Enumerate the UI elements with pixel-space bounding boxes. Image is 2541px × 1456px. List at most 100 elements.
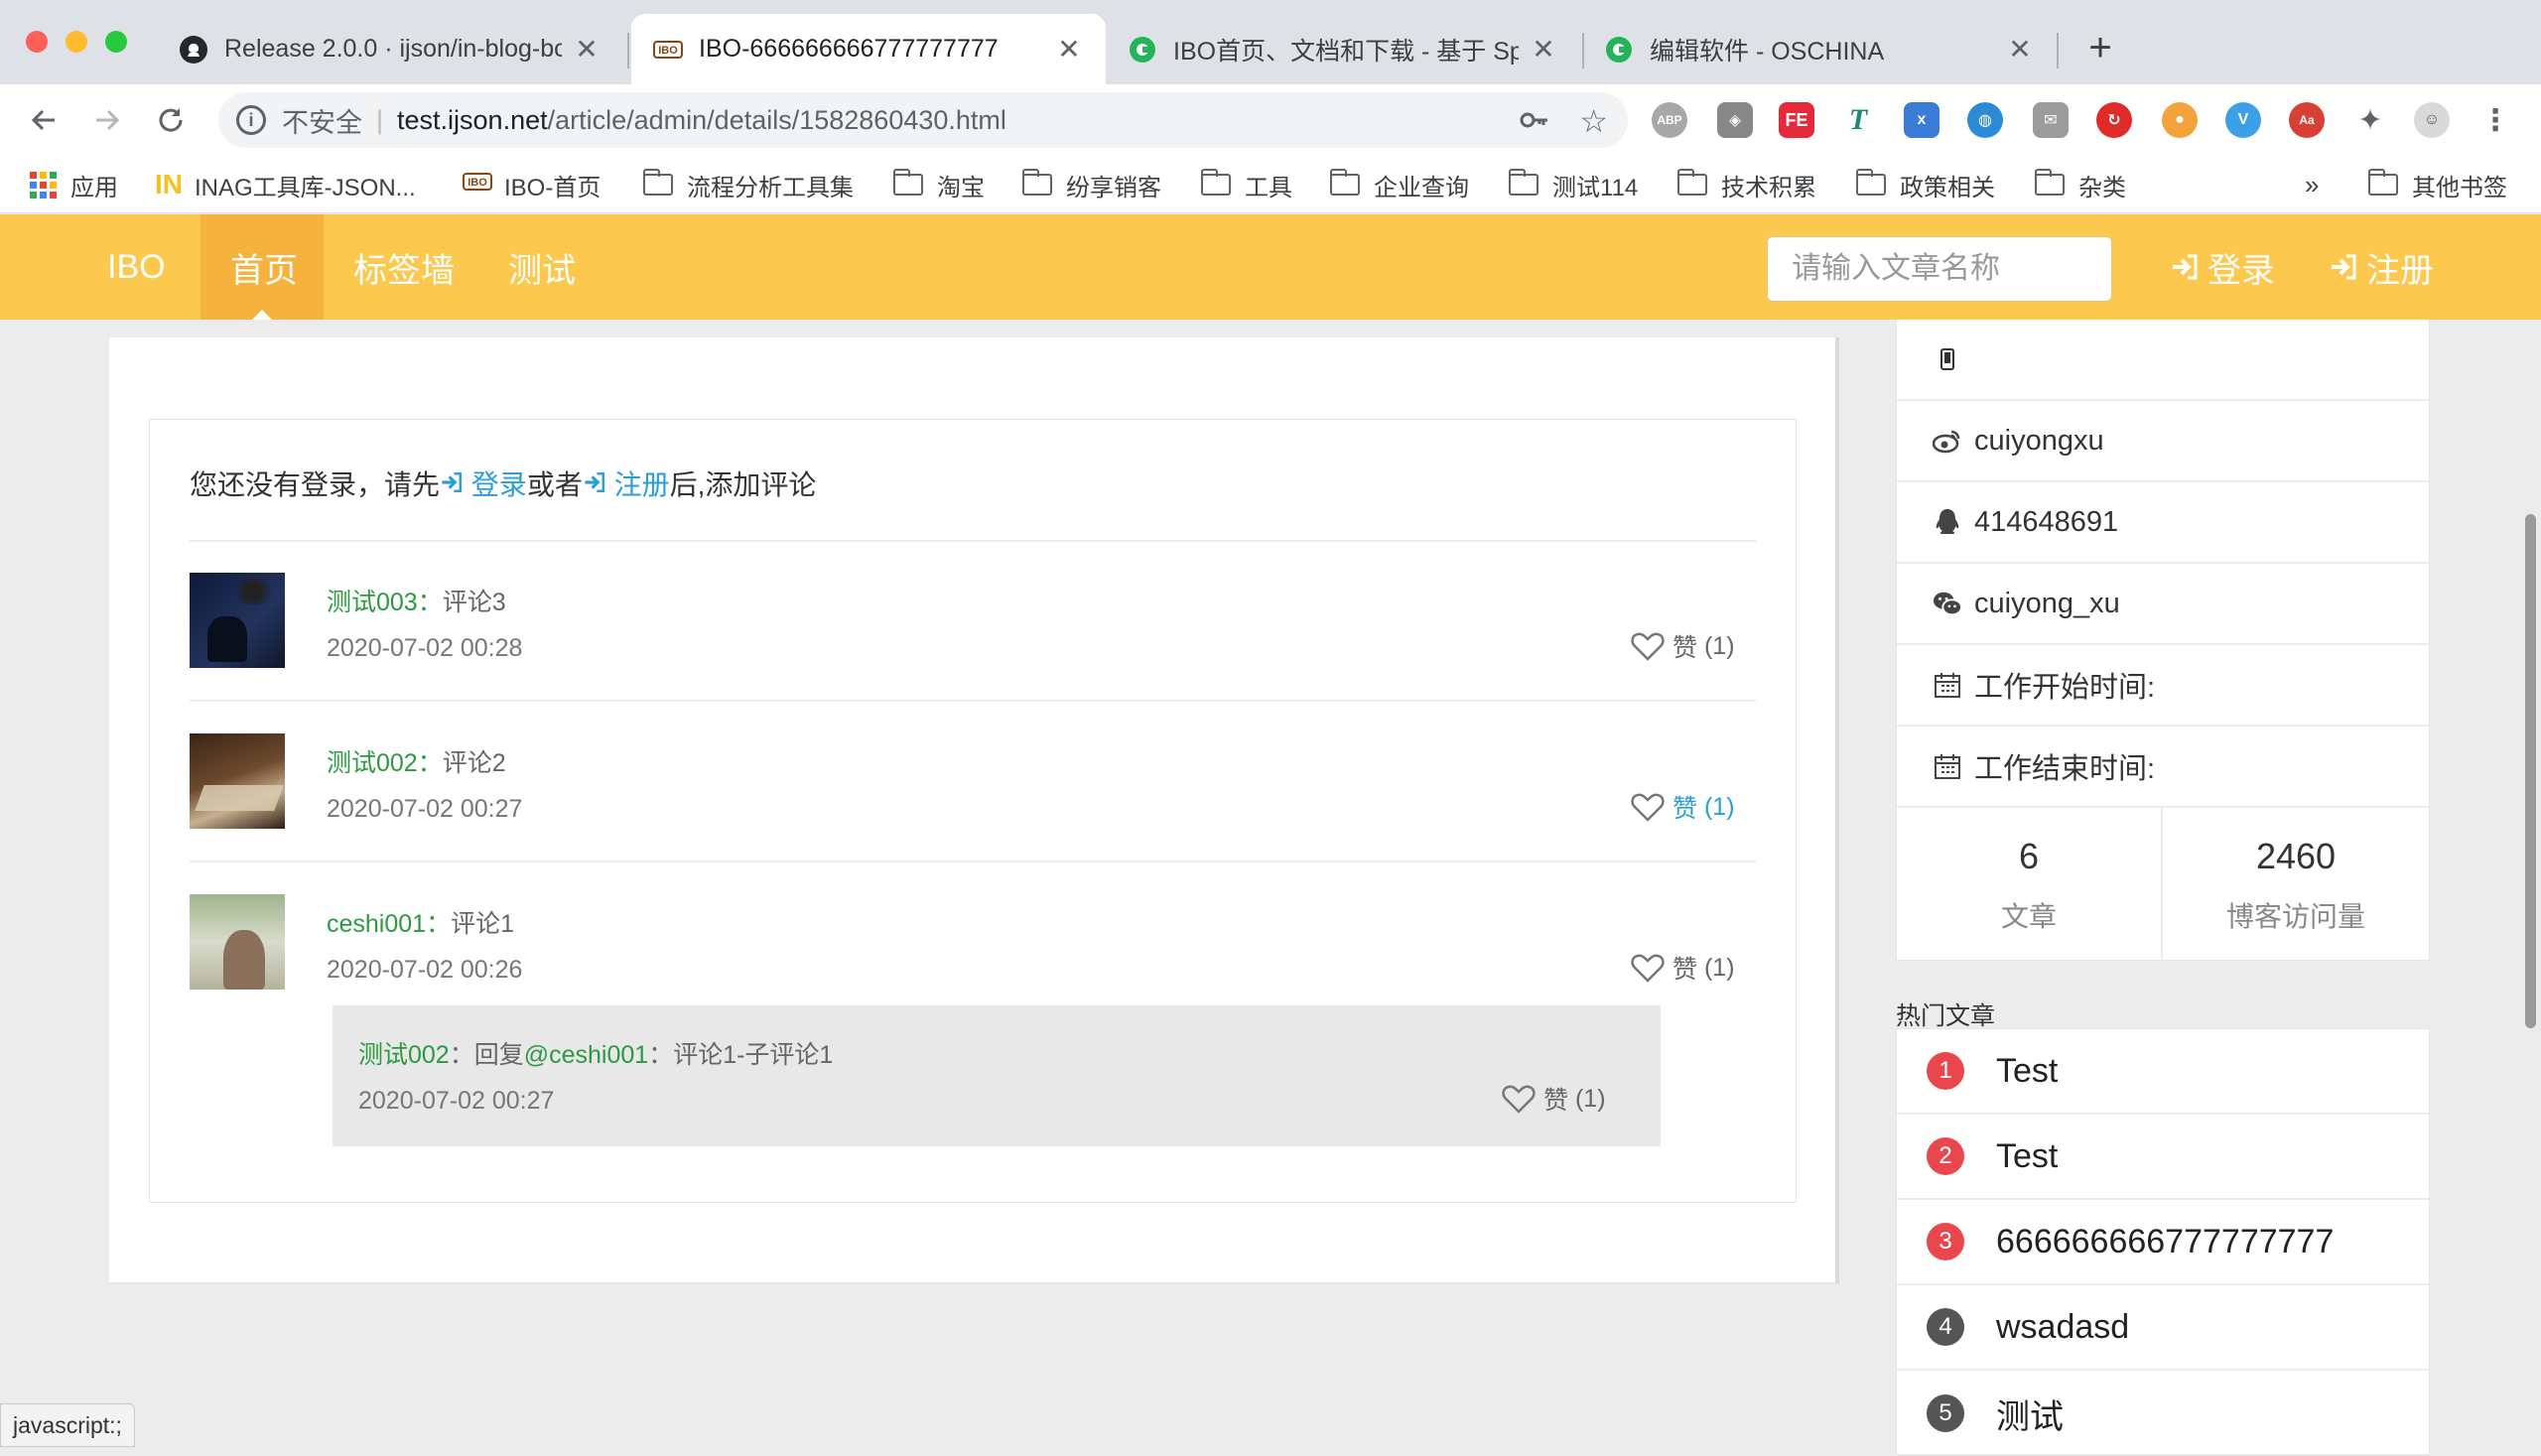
avatar[interactable] — [190, 733, 285, 829]
globe-icon[interactable]: ◍ — [1967, 102, 2003, 138]
hot-article-item[interactable]: 3 666666666777777777 — [1897, 1200, 2429, 1285]
address-bar[interactable]: i 不安全 | test.ijson.net/article/admin/det… — [218, 92, 1628, 148]
bookmark-inag[interactable]: IN INAG工具库-JSON... — [155, 166, 416, 203]
sign-in-icon — [442, 472, 463, 492]
fe-helper-icon[interactable]: FE — [1779, 102, 1814, 138]
site-brand[interactable]: IBO — [107, 214, 166, 320]
comment-login-link[interactable]: 登录 — [440, 469, 527, 500]
reload-button[interactable] — [145, 94, 197, 146]
browser-tab[interactable]: Release 2.0.0 · ijson/in-blog-bc ✕ — [157, 14, 623, 84]
avatar[interactable] — [190, 894, 285, 990]
extensions-puzzle-icon[interactable]: ✦ — [2352, 102, 2388, 138]
bookmark-folder[interactable]: 纷享销客 — [1022, 166, 1161, 203]
like-button[interactable]: 赞 (1) — [1631, 950, 1735, 986]
like-button[interactable]: 赞 (1) — [1502, 1081, 1606, 1117]
close-tab-icon[interactable]: ✕ — [572, 33, 602, 66]
nav-tag-wall[interactable]: 标签墙 — [353, 214, 455, 320]
folder-icon — [1022, 169, 1052, 196]
dictionary-icon[interactable]: Aa — [2289, 102, 2325, 138]
hot-article-title: Test — [1996, 1136, 2059, 1175]
mail-checker-icon[interactable]: ✉ — [2033, 102, 2069, 138]
register-link[interactable]: 注册 — [2329, 214, 2434, 320]
rank-badge: 1 — [1927, 1052, 1964, 1090]
browser-menu-icon[interactable]: ⋮ — [2477, 102, 2513, 138]
article-search-input[interactable] — [1767, 236, 2112, 302]
browser-tab[interactable]: IBO首页、文档和下载 - 基于 Sp ✕ — [1106, 14, 1580, 84]
hot-article-title: 测试 — [1996, 1397, 2064, 1436]
bookmark-ibo[interactable]: IBO IBO-首页 — [463, 166, 601, 203]
ibo-icon: IBO — [463, 171, 492, 199]
like-button[interactable]: 赞 (1) — [1631, 628, 1735, 664]
github-icon — [179, 35, 208, 65]
bookmark-folder[interactable]: 流程分析工具集 — [643, 166, 854, 203]
qq-number: 414648691 — [1974, 505, 2119, 538]
shield-icon[interactable]: ◈ — [1717, 102, 1753, 138]
back-button[interactable] — [18, 94, 69, 146]
avatar[interactable] — [190, 573, 285, 668]
articles-count: 6 — [2018, 836, 2040, 876]
reply-user[interactable]: 测试002 — [358, 1041, 450, 1069]
other-bookmarks-folder[interactable]: 其他书签 — [2368, 166, 2507, 203]
page-scrollbar[interactable] — [2525, 514, 2536, 1028]
nav-test[interactable]: 测试 — [508, 214, 576, 320]
close-tab-icon[interactable]: ✕ — [1529, 33, 1558, 66]
work-start-row: 工作开始时间: — [1897, 645, 2429, 727]
comment-register-link[interactable]: 注册 — [583, 469, 670, 500]
reply-comment: 测试002：回复@ceshi001：评论1-子评论1 2020-07-02 00… — [333, 1005, 1661, 1146]
profile-avatar-icon[interactable]: ☺ — [2414, 102, 2450, 138]
hot-articles-title: 热门文章 — [1896, 1002, 1996, 1030]
bookmark-folder[interactable]: 企业查询 — [1330, 166, 1469, 203]
hot-article-item[interactable]: 1 Test — [1897, 1029, 2429, 1115]
comment-user[interactable]: ceshi001：评论1 — [327, 904, 514, 940]
info-icon[interactable]: i — [236, 105, 266, 135]
hot-article-item[interactable]: 4 wsadasd — [1897, 1285, 2429, 1371]
comment-user[interactable]: 测试002：评论2 — [327, 743, 506, 779]
bookmark-label: 企业查询 — [1374, 174, 1469, 201]
register-label: 注册 — [2366, 251, 2434, 290]
login-link[interactable]: 登录 — [2170, 214, 2275, 320]
maximize-window-button[interactable] — [105, 31, 127, 53]
palette-icon[interactable]: ● — [2162, 102, 2198, 138]
folder-icon — [1509, 169, 1538, 196]
like-button[interactable]: 赞 (1) — [1631, 789, 1735, 825]
minimize-window-button[interactable] — [66, 31, 87, 53]
browser-tab[interactable]: 编辑软件 - OSCHINA ✕ — [1582, 14, 2057, 84]
reply-line: 测试002：回复@ceshi001：评论1-子评论1 — [358, 1041, 834, 1069]
typora-icon[interactable]: T — [1840, 102, 1876, 138]
articles-stat[interactable]: 6 文章 — [1897, 806, 2163, 961]
hot-article-item[interactable]: 2 Test — [1897, 1115, 2429, 1200]
browser-tab-active[interactable]: IBO IBO-666666666777777777 ✕ — [631, 14, 1106, 84]
bookmark-folder[interactable]: 杂类 — [2035, 166, 2126, 203]
bookmark-star-icon[interactable]: ☆ — [1579, 102, 1608, 140]
close-tab-icon[interactable]: ✕ — [1054, 33, 1084, 66]
close-tab-icon[interactable]: ✕ — [2005, 33, 2035, 66]
bookmark-folder[interactable]: 工具 — [1201, 166, 1292, 203]
comment-text: 评论1 — [451, 910, 514, 938]
hot-article-title: wsadasd — [1996, 1307, 2130, 1346]
hot-articles-list: 1 Test 2 Test 3 666666666777777777 4 wsa… — [1896, 1028, 2430, 1455]
translate-icon[interactable]: x — [1904, 102, 1939, 138]
reply-target-user[interactable]: @ceshi001 — [524, 1041, 648, 1069]
nav-home[interactable]: 首页 — [230, 214, 298, 320]
bookmarks-overflow-button[interactable]: » — [2305, 166, 2319, 203]
rank-badge: 3 — [1927, 1223, 1964, 1260]
close-window-button[interactable] — [26, 31, 48, 53]
sync-icon[interactable]: ↻ — [2096, 102, 2132, 138]
bookmark-label: 杂类 — [2078, 174, 2126, 201]
hot-article-item[interactable]: 5 测试 — [1897, 1371, 2429, 1456]
folder-icon — [1330, 169, 1360, 196]
heart-icon — [1631, 954, 1665, 983]
bookmark-folder[interactable]: 技术积累 — [1677, 166, 1816, 203]
adblock-plus-icon[interactable]: ABP — [1652, 102, 1687, 138]
vimeo-icon[interactable]: V — [2225, 102, 2261, 138]
comment-user[interactable]: 测试003：评论3 — [327, 583, 506, 618]
bookmark-apps[interactable]: 应用 — [30, 166, 118, 203]
new-tab-button[interactable]: + — [2078, 26, 2122, 69]
folder-icon — [643, 169, 673, 196]
wechat-id: cuiyong_xu — [1974, 587, 2120, 619]
forward-button[interactable] — [81, 94, 133, 146]
bookmark-folder[interactable]: 政策相关 — [1856, 166, 1995, 203]
key-icon[interactable] — [1519, 104, 1550, 143]
bookmark-folder[interactable]: 淘宝 — [893, 166, 985, 203]
bookmark-folder[interactable]: 测试114 — [1509, 166, 1638, 203]
